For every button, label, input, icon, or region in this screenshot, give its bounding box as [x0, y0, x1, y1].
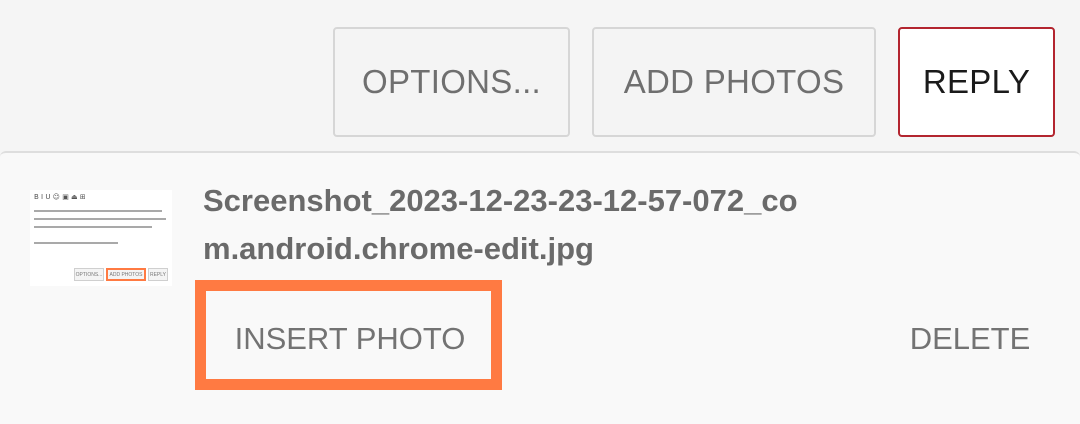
add-photos-button[interactable]: ADD PHOTOS	[592, 27, 876, 137]
attachment-filename: Screenshot_2023-12-23-23-12-57-072_com.a…	[203, 183, 798, 266]
thumbnail-text-line	[34, 242, 118, 244]
reply-button[interactable]: REPLY	[898, 27, 1055, 137]
thumbnail-reply-button: REPLY	[148, 268, 168, 281]
thumbnail-text-line	[34, 218, 166, 220]
thumbnail-toolbar: B I U ☺ ▣ ⏏ ⊞	[34, 193, 86, 201]
delete-label: DELETE	[909, 321, 1031, 356]
options-button[interactable]: OPTIONS...	[333, 27, 570, 137]
add-photos-button-label: ADD PHOTOS	[623, 63, 845, 100]
delete-button[interactable]: DELETE	[900, 303, 1040, 375]
attachment-panel: B I U ☺ ▣ ⏏ ⊞ OPTIONS... ADD PHOTOS REPL…	[0, 151, 1080, 424]
thumbnail-text-line	[34, 210, 162, 212]
insert-photo-label: INSERT PHOTO	[234, 321, 466, 356]
thumbnail-add-photos-button: ADD PHOTOS	[106, 268, 146, 281]
attachment-thumbnail[interactable]: B I U ☺ ▣ ⏏ ⊞ OPTIONS... ADD PHOTOS REPL…	[30, 190, 172, 286]
reply-composer: OPTIONS... ADD PHOTOS REPLY B I U ☺ ▣ ⏏ …	[0, 0, 1080, 424]
options-button-label: OPTIONS...	[361, 63, 542, 100]
thumbnail-options-button: OPTIONS...	[74, 268, 104, 281]
thumbnail-text-line	[34, 226, 152, 228]
insert-photo-button[interactable]: INSERT PHOTO	[214, 303, 486, 375]
reply-button-label: REPLY	[922, 63, 1031, 100]
